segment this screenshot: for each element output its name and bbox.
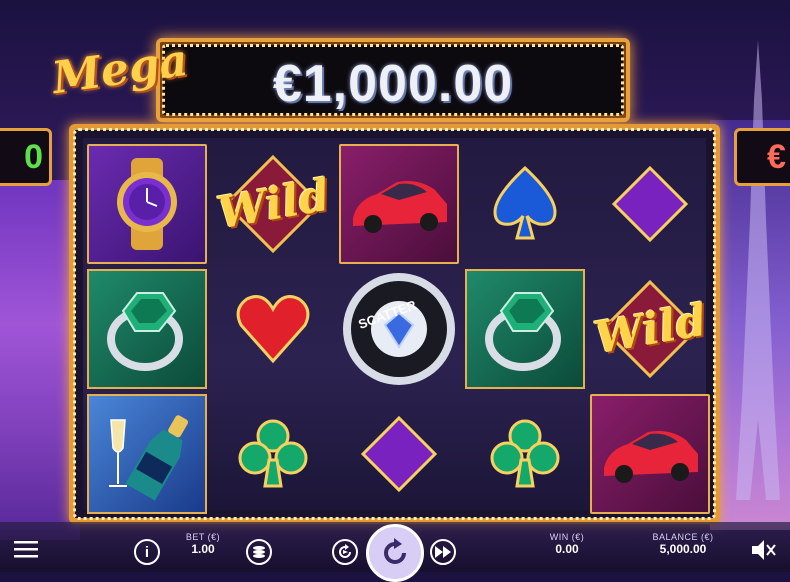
symbol-diamond-2 [590,144,710,264]
info-icon: i [144,543,150,561]
win-display: WIN (€) 0.00 [540,532,594,556]
spade-icon [493,165,557,240]
watch-icon [117,158,177,250]
autoplay-icon [339,544,351,558]
champagne-icon [109,415,189,501]
bet-value: 1.00 [191,542,215,556]
reel-grid: Wild SCATTER Wild [83,138,710,514]
city-skyline-left [0,180,80,540]
scatter-chip-icon [343,273,455,385]
balance-label: BALANCE (€) [652,532,714,542]
turbo-button[interactable] [430,539,456,565]
symbol-champagne [87,394,207,514]
bet-display: BET (€) 1.00 [176,532,230,556]
emerald-ring-icon [485,292,561,371]
balance-display: BALANCE (€) 5,000.00 [638,532,728,556]
symbol-red-car [339,144,459,264]
info-button[interactable]: i [134,539,160,565]
emerald-ring-icon [107,292,183,371]
side-jackpot-left: 0 [0,128,52,186]
symbol-emerald-ring [87,269,207,389]
symbol-club [213,394,333,514]
club-icon [490,419,560,488]
sound-toggle-button[interactable] [752,540,776,560]
coin-stack-icon [253,546,265,558]
hamburger-menu-icon [14,541,38,558]
symbol-emerald-ring-2 [465,269,585,389]
autoplay-button[interactable] [332,539,358,565]
spin-button[interactable] [366,524,424,582]
heart-icon [236,295,310,364]
diamond-suit-icon [611,165,689,243]
balance-value: 5,000.00 [659,542,707,556]
bet-label: BET (€) [185,532,221,542]
jackpot-amount: €1,000.00 [272,55,514,113]
win-value: 0.00 [555,542,579,556]
red-car-icon [604,431,698,483]
symbol-wild-2: Wild [590,269,710,389]
red-car-icon [353,181,447,233]
symbol-wild: Wild [213,144,333,264]
bet-selector-button[interactable] [246,539,272,565]
symbol-watch [87,144,207,264]
menu-button[interactable] [14,540,38,558]
side-jackpot-right: € [734,128,790,186]
symbol-red-car-2 [590,394,710,514]
symbol-scatter: SCATTER [339,269,459,389]
diamond-suit-icon [360,415,438,493]
eiffel-tower-background [736,40,780,500]
fast-forward-icon [435,546,451,558]
club-icon [238,419,308,488]
symbol-heart [213,269,333,389]
win-label: WIN (€) [549,532,585,542]
symbol-club-2 [465,394,585,514]
symbol-spade [465,144,585,264]
spin-arrow-icon [384,538,406,564]
reel-frame: Wild SCATTER Wild [69,124,720,524]
mute-speaker-icon [752,540,776,560]
jackpot-display: €1,000.00 [156,38,630,122]
symbol-diamond [339,394,459,514]
